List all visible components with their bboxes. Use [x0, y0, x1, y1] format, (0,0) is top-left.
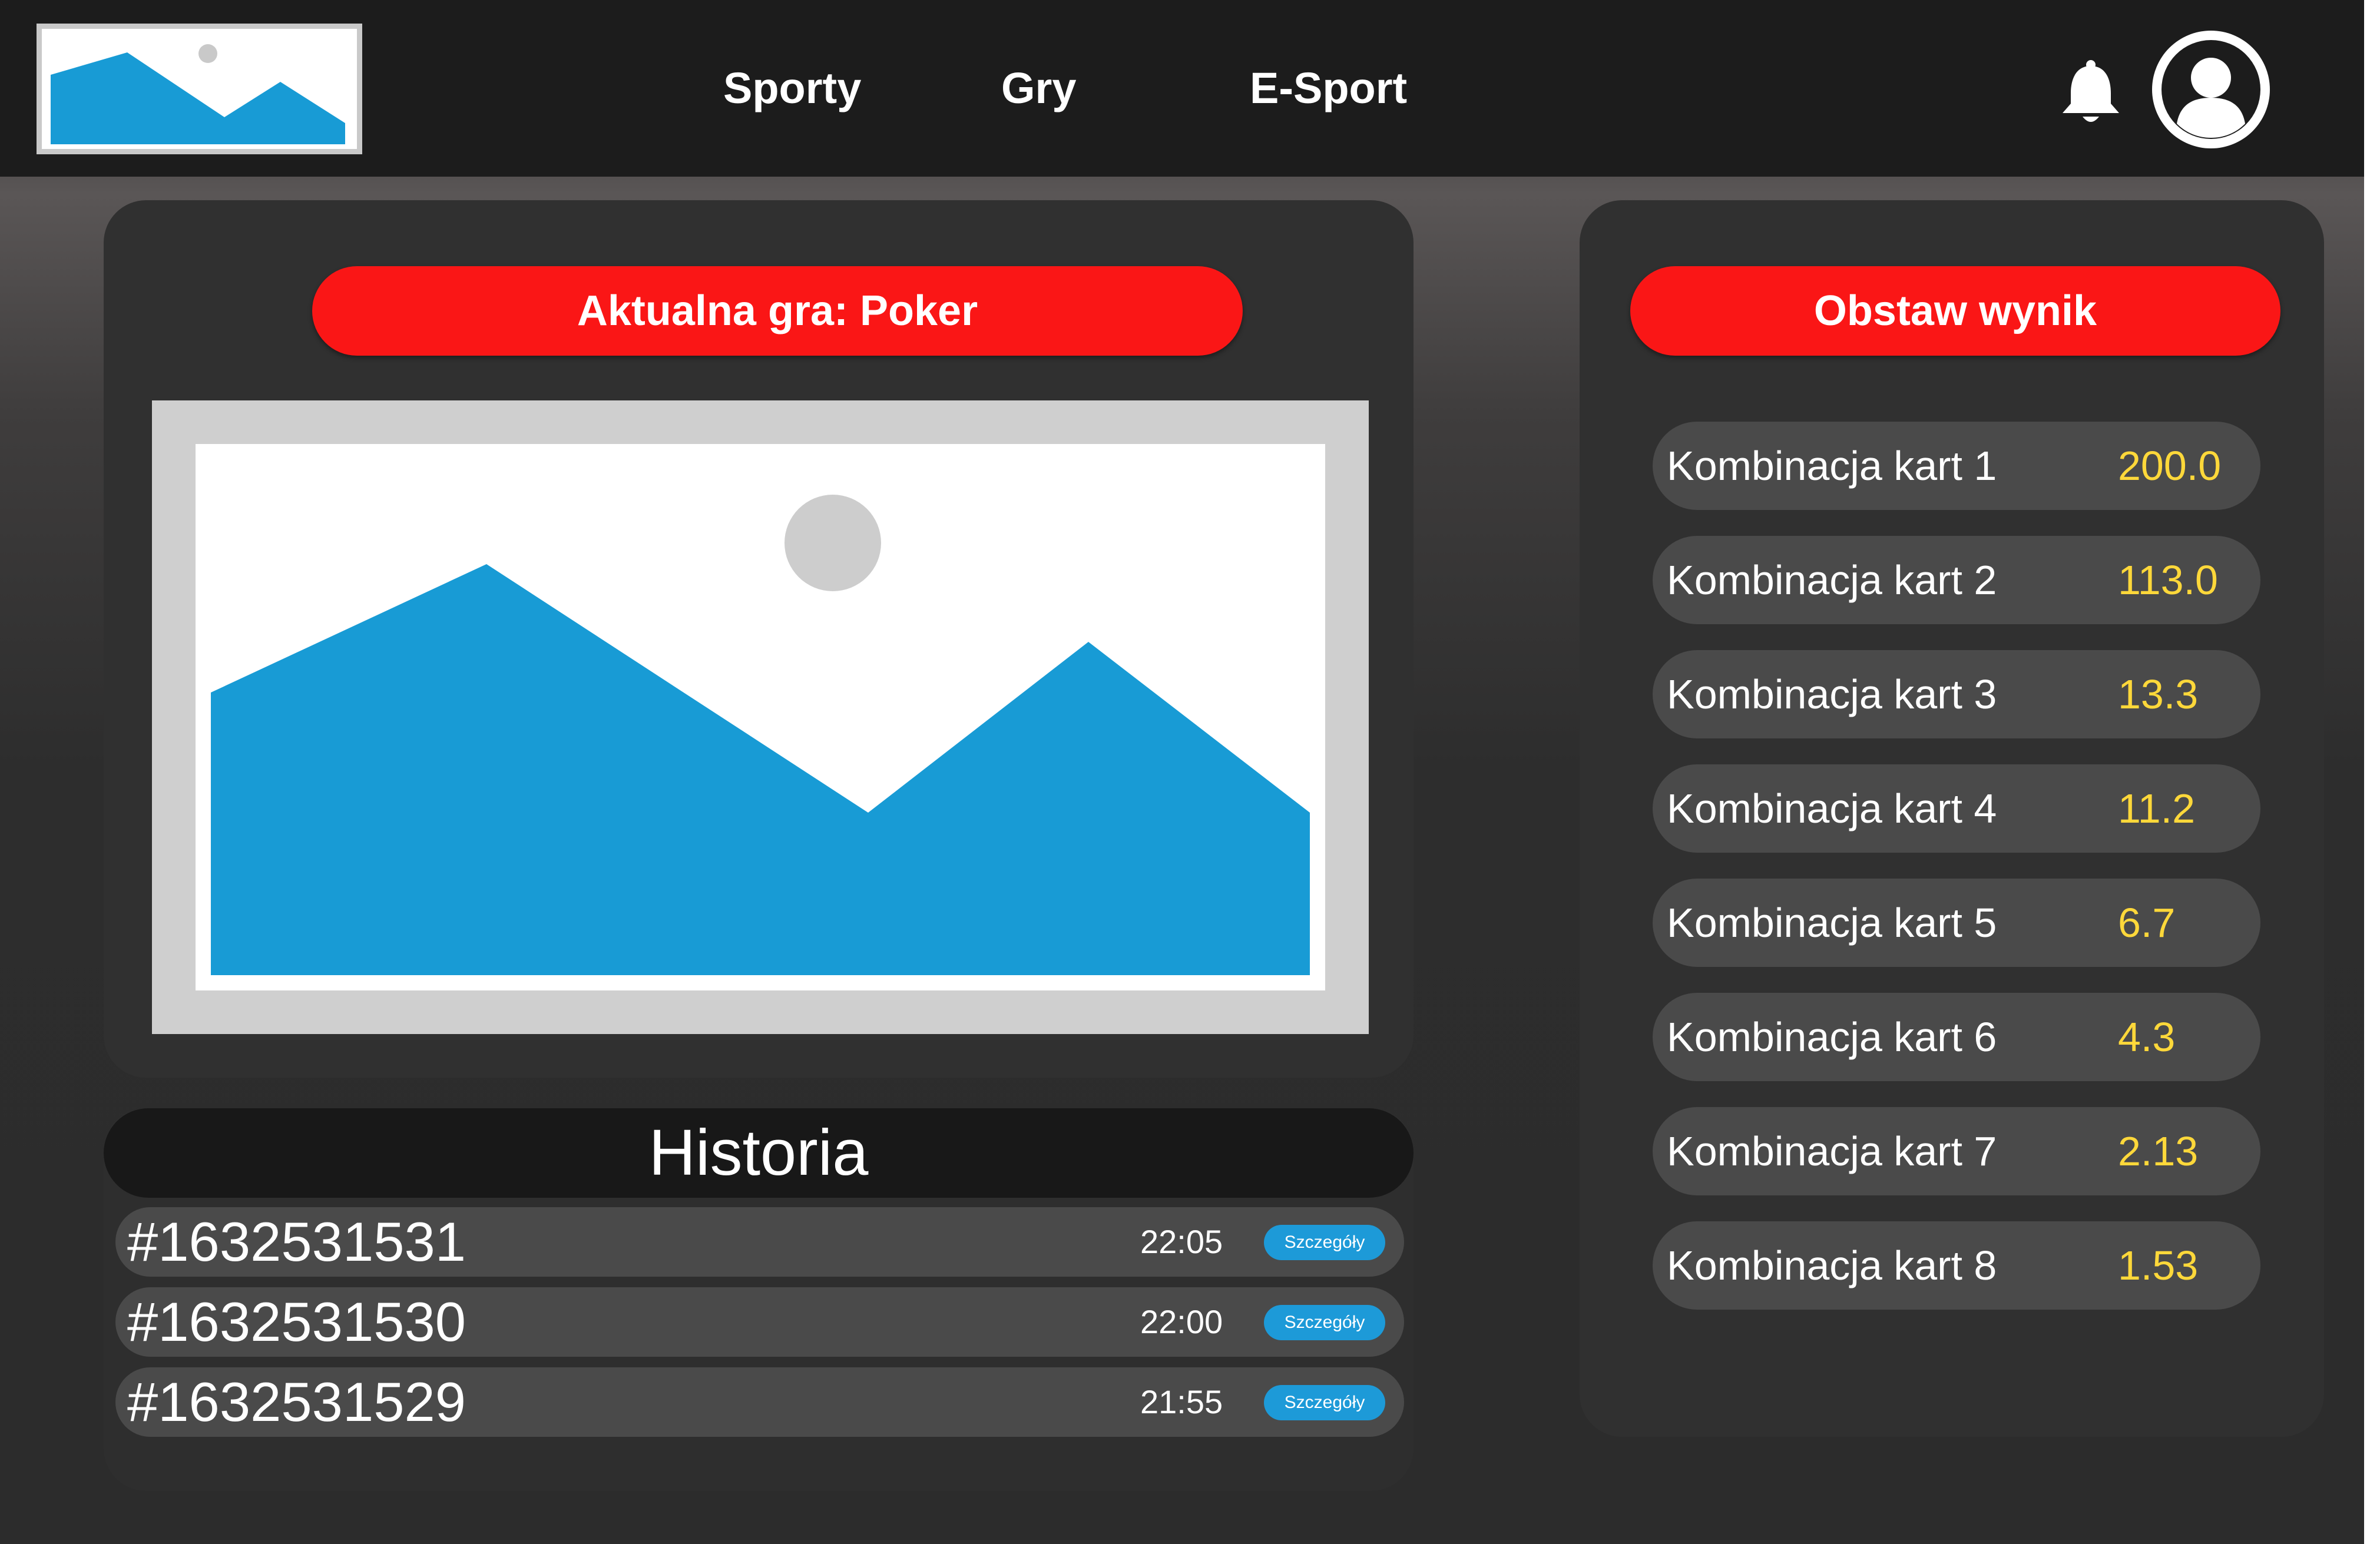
top-nav-bar: Sporty Gry E-Sport — [0, 0, 2364, 177]
user-avatar-icon[interactable] — [2150, 28, 2272, 151]
history-title: Historia — [648, 1116, 869, 1189]
bet-option-odds: 200.0 — [2118, 443, 2222, 489]
bet-option-label: Kombinacja kart 1 — [1667, 443, 1997, 489]
bet-option-odds: 4.3 — [2118, 1014, 2176, 1060]
game-image — [152, 400, 1369, 1034]
bet-option-row[interactable]: Kombinacja kart 6 4.3 — [1653, 993, 2260, 1081]
bet-option-odds: 2.13 — [2118, 1128, 2199, 1174]
history-row: #1632531529 21:55 Szczegóły — [115, 1367, 1404, 1437]
history-time: 22:05 — [1140, 1223, 1223, 1260]
bet-option-label: Kombinacja kart 8 — [1667, 1243, 1997, 1288]
bet-option-row[interactable]: Kombinacja kart 7 2.13 — [1653, 1107, 2260, 1195]
details-button[interactable]: Szczegóły — [1264, 1225, 1385, 1260]
nav-esport[interactable]: E-Sport — [1250, 59, 1407, 118]
history-header: Historia — [104, 1108, 1414, 1198]
bet-option-row[interactable]: Kombinacja kart 8 1.53 — [1653, 1221, 2260, 1310]
bet-title-button[interactable]: Obstaw wynik — [1630, 266, 2280, 356]
bet-option-label: Kombinacja kart 2 — [1667, 557, 1997, 603]
history-row: #1632531531 22:05 Szczegóły — [115, 1207, 1404, 1277]
image-placeholder-icon — [42, 29, 357, 149]
bet-option-odds: 13.3 — [2118, 671, 2199, 717]
bet-option-row[interactable]: Kombinacja kart 1 200.0 — [1653, 422, 2260, 510]
history-row: #1632531530 22:00 Szczegóły — [115, 1287, 1404, 1357]
bet-option-odds: 11.2 — [2118, 786, 2196, 831]
history-game-id: #1632531529 — [127, 1371, 466, 1433]
history-time: 21:55 — [1140, 1383, 1223, 1420]
bet-option-label: Kombinacja kart 3 — [1667, 671, 1997, 717]
bet-option-odds: 6.7 — [2118, 900, 2176, 946]
history-game-id: #1632531530 — [127, 1291, 466, 1353]
nav-sporty[interactable]: Sporty — [723, 59, 861, 118]
bet-option-label: Kombinacja kart 5 — [1667, 900, 1997, 946]
bet-option-row[interactable]: Kombinacja kart 5 6.7 — [1653, 879, 2260, 967]
bet-option-odds: 1.53 — [2118, 1243, 2199, 1288]
bet-option-label: Kombinacja kart 7 — [1667, 1128, 1997, 1174]
bet-option-row[interactable]: Kombinacja kart 3 13.3 — [1653, 650, 2260, 738]
image-placeholder-icon — [196, 444, 1325, 990]
bet-option-label: Kombinacja kart 6 — [1667, 1014, 1997, 1060]
logo-image[interactable] — [37, 24, 362, 154]
nav-gry[interactable]: Gry — [1001, 59, 1077, 118]
bet-option-row[interactable]: Kombinacja kart 4 11.2 — [1653, 764, 2260, 853]
details-button[interactable]: Szczegóły — [1264, 1385, 1385, 1420]
history-time: 22:00 — [1140, 1303, 1223, 1340]
bet-option-row[interactable]: Kombinacja kart 2 113.0 — [1653, 536, 2260, 624]
history-game-id: #1632531531 — [127, 1211, 466, 1273]
bell-icon[interactable] — [2055, 57, 2126, 127]
details-button[interactable]: Szczegóły — [1264, 1305, 1385, 1340]
current-game-title: Aktualna gra: Poker — [312, 266, 1243, 356]
bet-option-label: Kombinacja kart 4 — [1667, 786, 1997, 831]
app-frame: Sporty Gry E-Sport Aktualna gra: Poker O… — [0, 0, 2364, 1544]
bet-option-odds: 113.0 — [2118, 557, 2218, 603]
